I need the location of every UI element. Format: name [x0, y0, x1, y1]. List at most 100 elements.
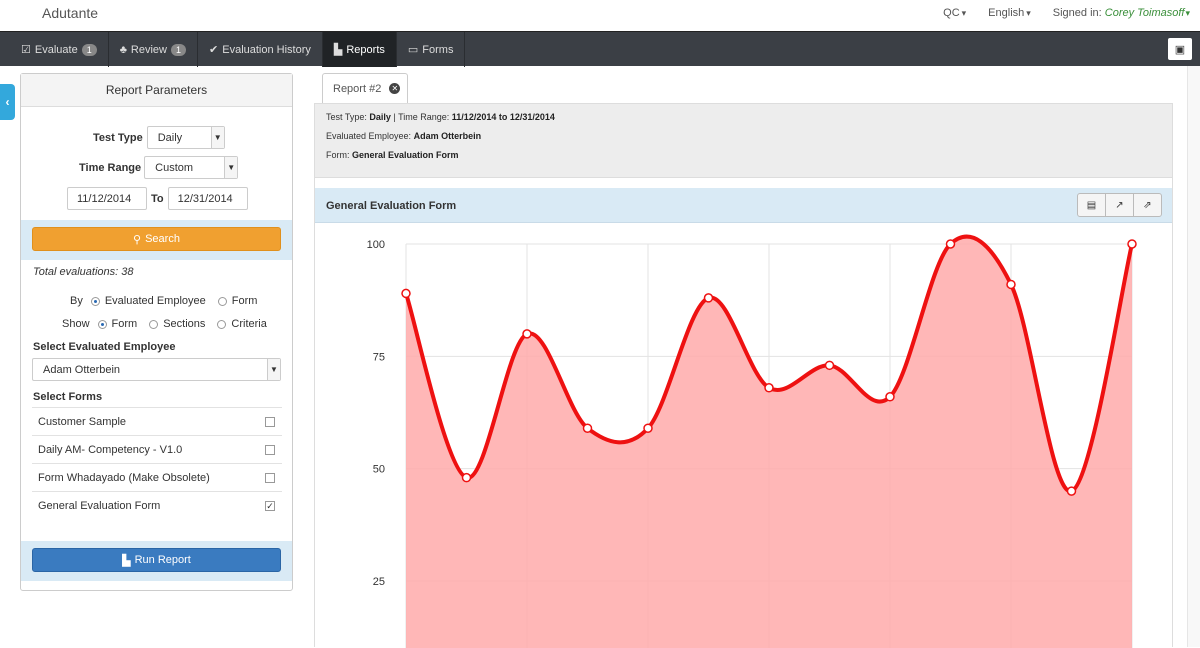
language-dropdown[interactable]: English: [988, 7, 1031, 19]
time-range-row: Time Range Custom ▼: [79, 156, 239, 179]
comment-icon: ▭: [407, 44, 419, 56]
date-from-field[interactable]: 11/12/2014: [67, 187, 147, 210]
nav-item-label: Reports: [346, 43, 385, 56]
form-checkbox[interactable]: [265, 445, 275, 455]
test-type-label: Test Type: [93, 131, 143, 144]
checkmark-icon: ✔: [209, 44, 219, 56]
form-list-item[interactable]: Form Whadayado (Make Obsolete): [32, 463, 282, 491]
evaluation-chart: 25 50 75 100: [367, 234, 1137, 648]
show-label: Show: [62, 318, 90, 330]
data-point: [582, 423, 593, 433]
y-tick-label: 25: [373, 576, 385, 588]
tab-report-2[interactable]: Report #2 ✕: [322, 73, 408, 103]
date-range-row: 11/12/2014 To 12/31/2014: [67, 187, 248, 210]
form-name: Form Whadayado (Make Obsolete): [38, 471, 210, 484]
nav-item-label: Evaluation History: [222, 43, 311, 56]
data-point: [1006, 279, 1016, 290]
by-label: By: [70, 295, 83, 307]
search-button-label: Search: [145, 233, 180, 245]
data-point: [401, 288, 411, 299]
data-point: [643, 423, 653, 433]
signed-in-label: Signed in:: [1052, 7, 1102, 19]
employee-select[interactable]: Adam Otterbein ▼: [32, 358, 281, 381]
test-type-row: Test Type Daily ▼: [93, 126, 225, 149]
report-parameters-panel: Report Parameters Test Type Daily ▼ Time…: [20, 73, 293, 591]
gift-icon[interactable]: ▣: [1168, 38, 1192, 60]
bar-chart-icon: ▙: [122, 554, 131, 567]
nav-item-evaluation-history[interactable]: ✔ Evaluation History: [198, 32, 323, 67]
search-button[interactable]: ⚲ Search: [32, 227, 281, 251]
nav-item-reports[interactable]: ▙ Reports: [322, 32, 397, 67]
data-point: [1127, 239, 1137, 249]
form-name: General Evaluation Form: [38, 499, 161, 512]
show-option-form[interactable]: Form: [112, 318, 138, 330]
data-point: [703, 293, 714, 303]
count-badge: 1: [81, 43, 97, 56]
show-criteria-radio[interactable]: [217, 319, 227, 329]
sitemap-icon: ♣: [119, 43, 127, 56]
form-checkbox[interactable]: ✓: [265, 501, 275, 511]
forms-label: Select Forms: [33, 391, 103, 403]
close-icon[interactable]: ✕: [389, 83, 401, 94]
collapse-sidebar-icon[interactable]: ‹: [0, 84, 15, 120]
count-badge: 1: [171, 43, 187, 56]
signed-in-area: Signed in: Corey Toimasoff: [1053, 7, 1190, 19]
nav-item-evaluate[interactable]: ☑ Evaluate 1: [10, 32, 109, 67]
by-option-employee[interactable]: Evaluated Employee: [105, 295, 206, 307]
page-scrollbar[interactable]: [1187, 66, 1200, 647]
nav-item-label: Evaluate: [34, 43, 78, 56]
total-evaluations: Total evaluations: 38: [33, 266, 134, 278]
data-point: [945, 239, 956, 249]
bar-chart-icon: ▙: [333, 44, 343, 56]
form-list-item[interactable]: General Evaluation Form ✓: [32, 491, 282, 519]
data-point: [522, 329, 532, 339]
employee-value: Adam Otterbein: [43, 363, 121, 376]
data-point: [461, 472, 472, 483]
nav-items: ☑ Evaluate 1 ♣ Review 1 ✔ Evaluation History ▙ Re…: [10, 32, 466, 67]
show-option-sections[interactable]: Sections: [163, 318, 205, 330]
by-option-form[interactable]: Form: [232, 295, 258, 307]
chevron-down-icon: ▼: [210, 127, 224, 148]
show-option-criteria[interactable]: Criteria: [231, 318, 266, 330]
run-report-button[interactable]: ▙ Run Report: [32, 548, 281, 572]
nav-item-label: Forms: [422, 43, 454, 56]
y-tick-label: 75: [373, 351, 385, 363]
forms-list: Customer Sample Daily AM- Competency - V1…: [32, 407, 282, 519]
by-form-radio[interactable]: [217, 296, 227, 306]
nav-item-label: Review: [130, 43, 167, 56]
data-point: [764, 383, 774, 393]
date-to-label: To: [151, 192, 164, 205]
y-tick-label: 50: [373, 464, 385, 476]
data-point: [1066, 486, 1077, 496]
time-range-value: Custom: [155, 161, 194, 174]
main-nav: ☑ Evaluate 1 ♣ Review 1 ✔ Evaluation History ▙ Re…: [0, 31, 1200, 67]
nav-item-review[interactable]: ♣ Review 1: [109, 32, 199, 67]
search-icon: ⚲: [133, 233, 142, 246]
test-type-select[interactable]: Daily ▼: [146, 126, 225, 149]
time-range-select[interactable]: Custom ▼: [144, 156, 239, 179]
by-row: By Evaluated Employee Form: [70, 295, 257, 307]
tab-label: Report #2: [333, 82, 382, 95]
show-row: Show Form Sections Criteria: [62, 318, 267, 330]
org-dropdown[interactable]: QC: [943, 7, 966, 19]
chevron-down-icon: ▼: [267, 359, 280, 380]
form-name: Daily AM- Competency - V1.0: [38, 443, 183, 456]
nav-item-forms[interactable]: ▭ Forms: [397, 32, 466, 67]
form-list-item[interactable]: Daily AM- Competency - V1.0: [32, 435, 282, 463]
show-sections-radio[interactable]: [149, 319, 159, 329]
form-list-item[interactable]: Customer Sample: [32, 407, 282, 435]
test-type-value: Daily: [157, 131, 183, 144]
user-dropdown[interactable]: Corey Toimasoff: [1105, 7, 1190, 19]
app-brand[interactable]: Adutante: [42, 5, 98, 21]
run-report-label: Run Report: [134, 554, 191, 566]
date-to-field[interactable]: 12/31/2014: [167, 187, 248, 210]
top-right-menu: QC English Signed in: Corey Toimasoff: [943, 7, 1190, 19]
time-range-label: Time Range: [79, 161, 142, 174]
form-checkbox[interactable]: [265, 473, 275, 483]
by-employee-radio[interactable]: [90, 296, 100, 306]
report-view: Test Type: Daily | Time Range: 11/12/201…: [314, 103, 1173, 648]
chevron-down-icon: ▼: [224, 157, 238, 178]
form-checkbox[interactable]: [265, 417, 275, 427]
show-form-radio[interactable]: [97, 319, 107, 329]
form-name: Customer Sample: [38, 415, 127, 428]
